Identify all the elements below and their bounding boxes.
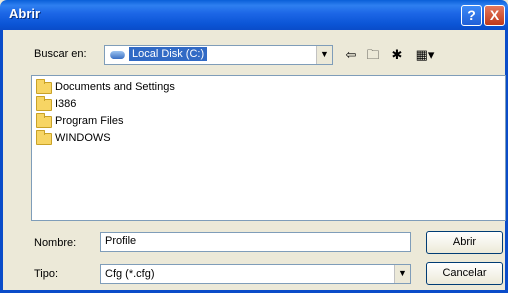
filename-label: Nombre: <box>34 237 77 249</box>
chevron-down-icon[interactable]: ▼ <box>316 46 332 64</box>
file-name: Documents and Settings <box>55 81 175 93</box>
back-arrow-icon[interactable]: ⇦ <box>343 48 359 62</box>
folder-icon <box>36 79 52 94</box>
filetype-label: Tipo: <box>34 268 59 280</box>
help-button[interactable]: ? <box>461 5 482 26</box>
file-list[interactable]: Documents and Settings I386 Program File… <box>31 75 506 221</box>
filetype-value: Cfg (*.cfg) <box>105 268 155 280</box>
file-name: I386 <box>55 98 77 110</box>
folder-icon <box>36 130 52 145</box>
folder-icon <box>36 113 52 128</box>
lookin-label: Buscar en: <box>34 48 87 60</box>
drive-icon <box>108 51 127 59</box>
window-title: Abrir <box>9 6 41 21</box>
title-bar[interactable]: Abrir ? X <box>0 0 508 30</box>
new-folder-icon[interactable]: ✱ <box>389 48 405 62</box>
folder-icon <box>36 96 52 111</box>
lookin-combo[interactable]: Local Disk (C:) ▼ <box>104 45 333 65</box>
file-name: WINDOWS <box>55 132 111 144</box>
file-name: Program Files <box>55 115 124 127</box>
filetype-combo[interactable]: Cfg (*.cfg) ▼ <box>100 264 411 284</box>
views-menu-icon[interactable]: ▦▾ <box>413 48 437 62</box>
chevron-down-icon[interactable]: ▼ <box>394 265 410 283</box>
up-folder-icon[interactable]: 🗀 <box>365 48 381 62</box>
close-button[interactable]: X <box>484 5 505 26</box>
filename-field[interactable]: Profile <box>100 232 411 252</box>
cancel-button[interactable]: Cancelar <box>426 262 503 285</box>
lookin-value: Local Disk (C:) <box>129 47 208 61</box>
open-button[interactable]: Abrir <box>426 231 503 254</box>
